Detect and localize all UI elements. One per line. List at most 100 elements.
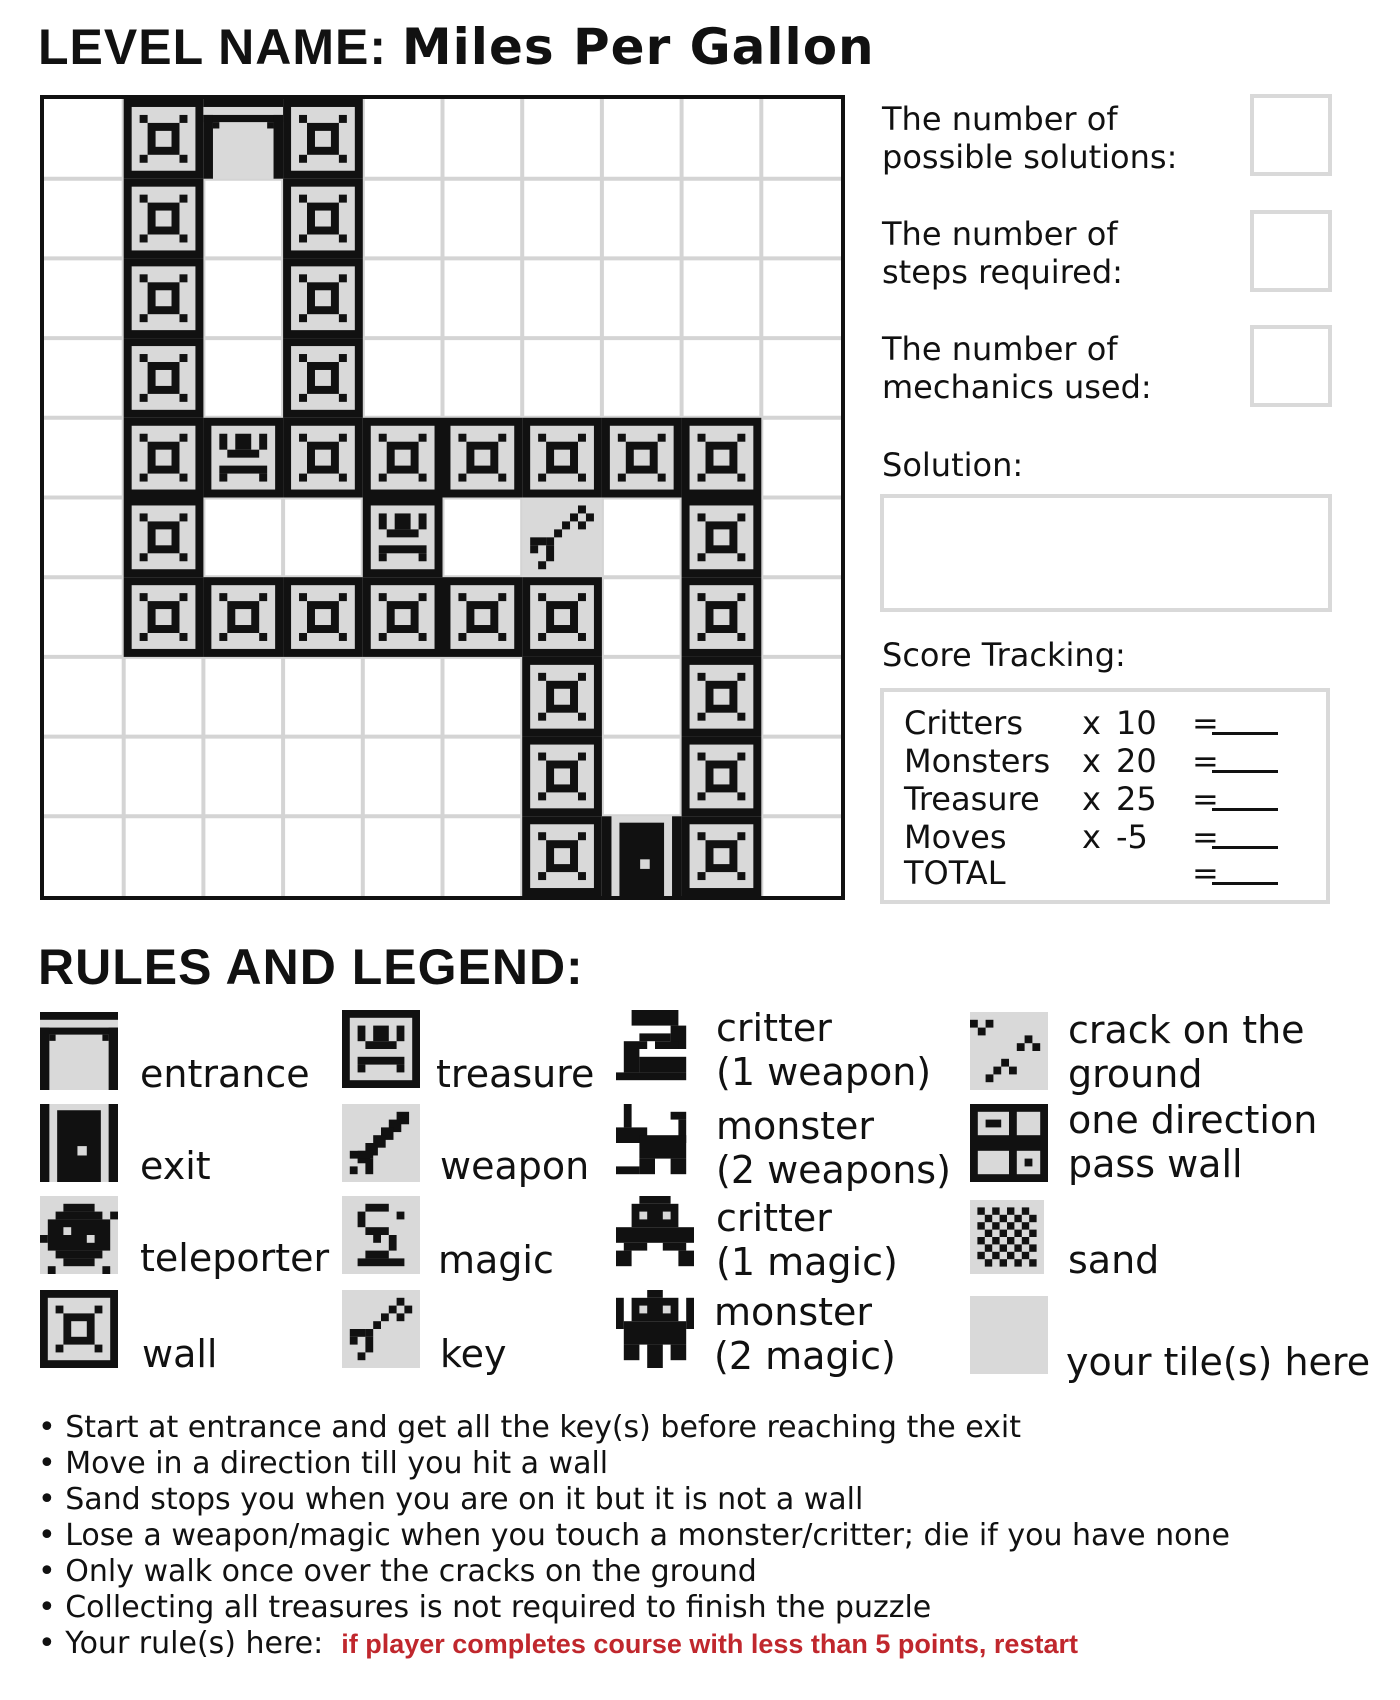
- exit-icon: [40, 1104, 118, 1182]
- legend-crack-label: crack on the ground: [1068, 1008, 1305, 1096]
- rule-item: • Sand stops you when you are on it but …: [38, 1482, 864, 1517]
- tile-wall: [283, 338, 363, 418]
- solution-label: Solution:: [882, 446, 1024, 484]
- legend-weapon-label: weapon: [440, 1144, 590, 1188]
- tile-wall: [123, 338, 204, 418]
- score-blank[interactable]: [1212, 732, 1278, 735]
- legend-wall-label: wall: [142, 1332, 218, 1376]
- tile-wall: [681, 736, 762, 817]
- tile-wall: [123, 577, 204, 657]
- tile-wall: [123, 99, 204, 179]
- tile-wall: [283, 178, 363, 259]
- level-title: LEVEL NAME: Miles Per Gallon: [38, 18, 875, 76]
- rule-item: • Only walk once over the cracks on the …: [38, 1554, 757, 1589]
- tile-key: [522, 497, 602, 578]
- mechanics-label-line2: mechanics used:: [882, 368, 1152, 406]
- tile-wall: [362, 577, 443, 657]
- legend-sand-label: sand: [1068, 1238, 1160, 1282]
- tile-entrance: [203, 99, 284, 179]
- steps-label-line1: The number of: [882, 215, 1118, 253]
- entrance-icon: [40, 1012, 118, 1090]
- tile-wall: [522, 736, 602, 817]
- solution-answer-box[interactable]: [880, 494, 1332, 612]
- mechanics-answer-box[interactable]: [1250, 325, 1332, 407]
- crack-icon: [970, 1012, 1048, 1090]
- legend-monster-weapons-label: monster (2 weapons): [716, 1104, 951, 1192]
- rules-list: • Start at entrance and get all the key(…: [38, 1410, 1230, 1662]
- legend-entrance-label: entrance: [140, 1052, 310, 1096]
- score-blank[interactable]: [1212, 770, 1278, 773]
- magic-icon: [342, 1196, 420, 1274]
- weapon-icon: [342, 1104, 420, 1182]
- tile-treasure: [203, 417, 284, 498]
- tile-wall: [283, 417, 363, 498]
- tile-wall: [522, 417, 602, 498]
- legend-title: RULES AND LEGEND:: [38, 939, 584, 995]
- tile-wall: [681, 816, 762, 896]
- legend-one-direction-label: one direction pass wall: [1068, 1098, 1318, 1186]
- level-name-prefix: LEVEL NAME:: [38, 19, 387, 75]
- level-name: Miles Per Gallon: [401, 18, 875, 76]
- tile-wall: [442, 577, 523, 657]
- puzzle-grid: [44, 99, 841, 896]
- solutions-answer-box[interactable]: [1250, 94, 1332, 176]
- tile-wall: [123, 497, 204, 578]
- tile-wall: [681, 417, 762, 498]
- tile-wall: [442, 417, 523, 498]
- tile-wall: [681, 656, 762, 737]
- monster-magic-icon: [616, 1290, 694, 1368]
- one-direction-wall-icon: [970, 1104, 1048, 1182]
- legend-teleporter-label: teleporter: [140, 1236, 330, 1280]
- steps-answer-box[interactable]: [1250, 210, 1332, 292]
- legend-key-label: key: [440, 1332, 507, 1376]
- steps-label: The number of steps required:: [882, 215, 1123, 291]
- tile-wall: [123, 258, 204, 339]
- puzzle-board: [40, 95, 845, 900]
- custom-tile-placeholder[interactable]: [970, 1296, 1048, 1374]
- wall-icon: [40, 1290, 118, 1368]
- score-blank[interactable]: [1212, 808, 1278, 811]
- tile-wall: [283, 577, 363, 657]
- tile-wall: [123, 178, 204, 259]
- score-blank[interactable]: [1212, 882, 1278, 885]
- mechanics-label-line1: The number of: [882, 330, 1118, 368]
- tile-wall: [522, 656, 602, 737]
- sand-icon: [970, 1200, 1044, 1274]
- tile-exit: [601, 816, 682, 896]
- rule-item: • Start at entrance and get all the key(…: [38, 1410, 1021, 1445]
- key-icon: [342, 1290, 420, 1368]
- monster-weapons-icon: [616, 1104, 694, 1182]
- legend-magic-label: magic: [438, 1238, 554, 1282]
- solutions-label-line1: The number of: [882, 100, 1118, 138]
- custom-rule-text[interactable]: if player completes course with less tha…: [341, 1629, 1078, 1659]
- legend-custom-tile-label: your tile(s) here: [1066, 1340, 1371, 1384]
- tile-wall: [522, 577, 602, 657]
- score-table: Critters x 10 = Monsters x 20 = Treasure…: [880, 688, 1330, 904]
- tile-wall: [203, 577, 284, 657]
- rule-item-custom: • Your rule(s) here: if player completes …: [38, 1626, 1078, 1661]
- tile-wall: [283, 99, 363, 179]
- teleporter-icon: [40, 1196, 118, 1274]
- mechanics-label: The number of mechanics used:: [882, 330, 1152, 406]
- tile-wall: [283, 258, 363, 339]
- tile-wall: [601, 417, 682, 498]
- score-tracking-label: Score Tracking:: [882, 636, 1126, 674]
- legend-exit-label: exit: [140, 1144, 211, 1188]
- tile-wall: [681, 577, 762, 657]
- score-blank[interactable]: [1212, 846, 1278, 849]
- treasure-icon: [342, 1010, 420, 1088]
- tile-wall: [522, 816, 602, 896]
- tile-treasure: [362, 497, 443, 578]
- rule-item: • Collecting all treasures is not requir…: [38, 1590, 932, 1625]
- legend-critter-weapon-label: critter (1 weapon): [716, 1006, 932, 1094]
- tile-wall: [123, 417, 204, 498]
- solutions-label: The number of possible solutions:: [882, 100, 1177, 176]
- rule-item: • Lose a weapon/magic when you touch a m…: [38, 1518, 1230, 1553]
- tile-wall: [681, 497, 762, 578]
- critter-weapon-icon: [616, 1010, 694, 1088]
- critter-magic-icon: [616, 1196, 694, 1274]
- legend-monster-magic-label: monster (2 magic): [714, 1290, 896, 1378]
- legend-treasure-label: treasure: [436, 1052, 595, 1096]
- solutions-label-line2: possible solutions:: [882, 138, 1178, 176]
- tile-wall: [362, 417, 443, 498]
